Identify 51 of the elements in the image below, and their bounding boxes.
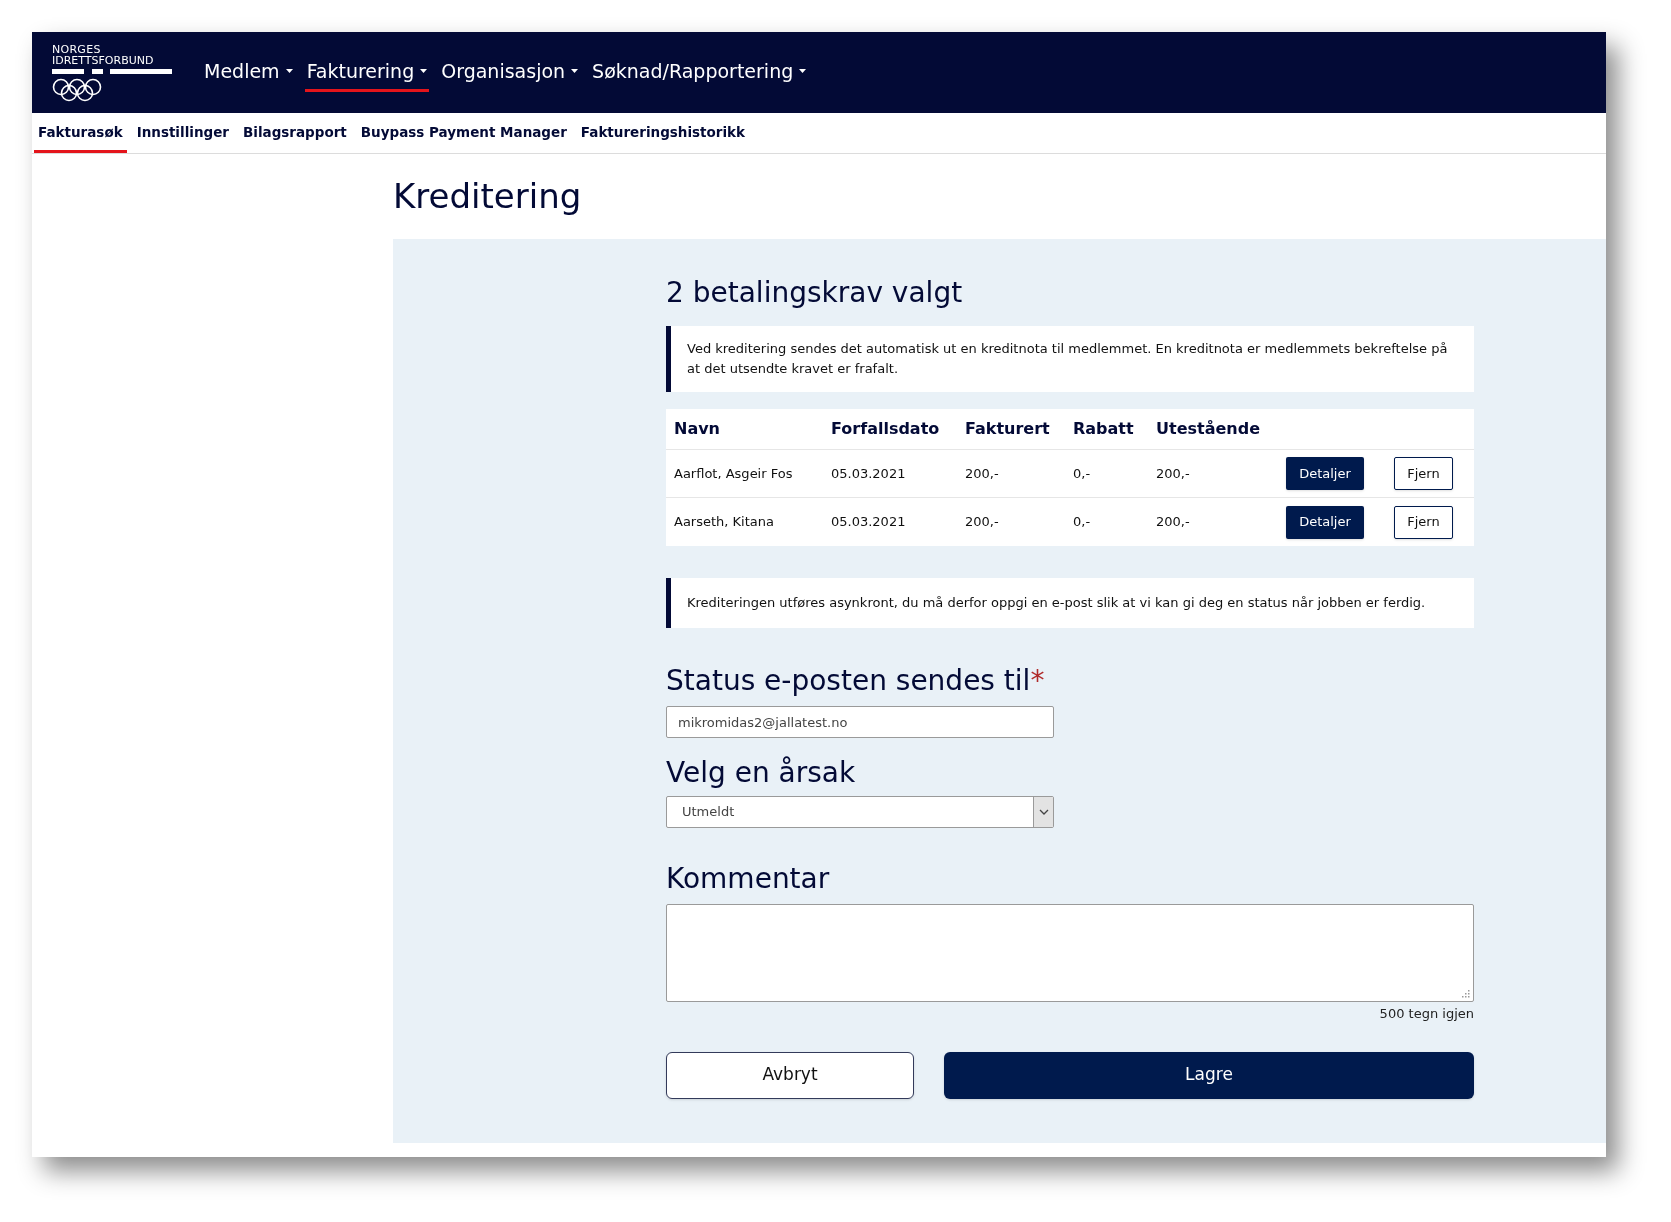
email-field[interactable]: mikromidas2@jallatest.no [666, 706, 1054, 738]
table-cell-text: 0,- [1073, 464, 1092, 483]
caret-icon [571, 69, 579, 73]
save-button[interactable]: Lagre [944, 1051, 1474, 1099]
table-cell-text: 05.03.2021 [831, 464, 907, 483]
caret-icon [420, 69, 428, 73]
column-header: Forfallsdato [831, 418, 941, 440]
sub-nav-tab[interactable]: Bilagsrapport [239, 121, 351, 153]
table-cell-text: 200,- [1156, 513, 1191, 532]
reason-select[interactable]: Utmeldt [666, 796, 1054, 828]
page-title: Kreditering [393, 175, 583, 218]
remove-button[interactable]: Fjern [1394, 457, 1453, 490]
dropdown-caret-icon [1033, 797, 1053, 827]
table-cell-text: 200,- [965, 513, 1000, 532]
sub-nav-tab[interactable]: Fakturasøk [34, 121, 127, 153]
column-header: Fakturert [965, 418, 1051, 440]
sub-nav-tab[interactable]: Buypass Payment Manager [356, 121, 571, 153]
table-cell-text: 200,- [1156, 464, 1191, 483]
remove-button[interactable]: Fjern [1394, 505, 1453, 539]
nav-menu-item[interactable]: Fakturering [304, 53, 430, 92]
field-label: Status e-posten sendes til [666, 664, 1031, 698]
cancel-button[interactable]: Avbryt [666, 1051, 914, 1099]
required-mark: * [1030, 664, 1045, 698]
details-button[interactable]: Detaljer [1286, 457, 1364, 490]
character-counter: 500 tegn igjen [1379, 1005, 1474, 1023]
details-button[interactable]: Detaljer [1286, 505, 1364, 539]
caret-icon [799, 69, 807, 73]
nav-menu-item[interactable]: Søknad/Rapportering [590, 53, 809, 92]
column-header: Utestående [1156, 418, 1261, 440]
resize-handle-icon [1462, 990, 1470, 998]
logo-text: IDRETTSFORBUND [52, 54, 155, 67]
table-cell-text: 200,- [965, 464, 1000, 483]
caret-icon [285, 69, 293, 73]
table-cell-text: 0,- [1073, 513, 1092, 532]
field-label: Velg en årsak [666, 756, 856, 790]
info-text: Krediteringen utføres asynkront, du må derfor oppgi en e-post slik at vi kan gi deg en status når jobben er ferdig. [687, 595, 1426, 610]
logo-text: NORGES [52, 43, 102, 55]
nav-menu-item[interactable]: Organisasjon [439, 53, 581, 92]
table-cell-text: 05.03.2021 [831, 513, 907, 532]
section-heading: 2 betalingskrav valgt [666, 275, 964, 311]
column-header: Navn [674, 418, 721, 440]
olympic-rings-icon [52, 77, 102, 102]
table-cell-text: Aarflot, Asgeir Fos [674, 464, 794, 483]
column-header: Rabatt [1073, 418, 1135, 440]
info-text: Ved kreditering sendes det automatisk ut en kreditnota til medlemmet. En kreditnota er medlemmets bekreftelse på at det utsendte kravet er frafalt. [687, 341, 1448, 376]
sub-nav-tab[interactable]: Faktureringshistorikk [576, 121, 750, 153]
comment-textarea[interactable] [666, 904, 1474, 1002]
table-cell-text: Aarseth, Kitana [674, 513, 775, 532]
nav-menu-item[interactable]: Medlem [202, 53, 295, 92]
sub-nav-tab[interactable]: Innstillinger [132, 121, 233, 153]
field-label: Kommentar [666, 862, 830, 896]
